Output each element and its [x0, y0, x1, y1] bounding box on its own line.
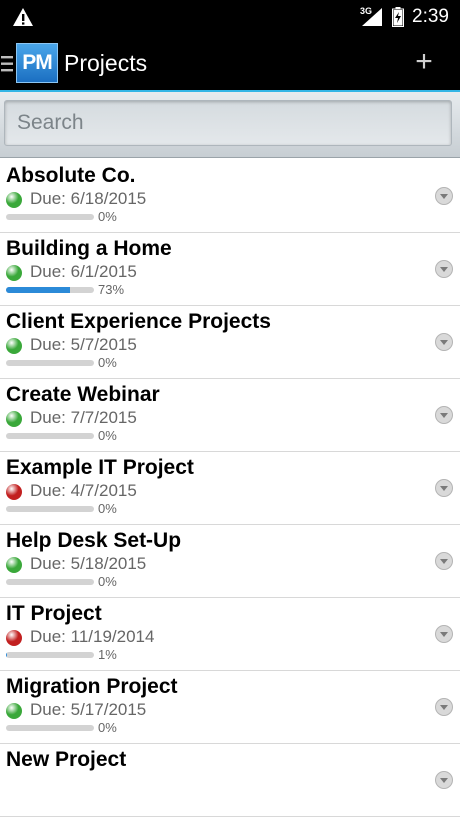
project-name: Create Webinar: [6, 383, 160, 406]
chevron-down-icon[interactable]: [434, 624, 454, 644]
status-indicator-icon: [6, 338, 22, 354]
progress-bar: [6, 287, 94, 293]
project-row[interactable]: Example IT Project Due: 4/7/2015 0%: [0, 452, 460, 525]
progress-percent: 73%: [98, 282, 125, 297]
progress-percent: 0%: [98, 428, 117, 443]
status-indicator-icon: [6, 703, 22, 719]
chevron-down-icon[interactable]: [434, 697, 454, 717]
progress-percent: 0%: [98, 355, 117, 370]
project-row[interactable]: Absolute Co. Due: 6/18/2015 0%: [0, 160, 460, 233]
due-date: Due: 6/1/2015: [30, 262, 137, 281]
status-indicator-icon: [6, 411, 22, 427]
project-row[interactable]: Building a Home Due: 6/1/2015 73%: [0, 233, 460, 306]
project-name: Client Experience Projects: [6, 310, 271, 333]
progress-percent: 0%: [98, 720, 117, 735]
project-row[interactable]: New Project: [0, 744, 460, 817]
project-name: Building a Home: [6, 237, 172, 260]
chevron-down-icon[interactable]: [434, 332, 454, 352]
progress-percent: 0%: [98, 574, 117, 589]
app-bar: PM Projects +: [0, 34, 460, 92]
due-date: Due: 7/7/2015: [30, 408, 137, 427]
warning-icon: [13, 8, 33, 26]
search-input[interactable]: [4, 100, 452, 146]
signal-icon: [362, 8, 382, 26]
progress-percent: 0%: [98, 501, 117, 516]
battery-icon: [392, 7, 404, 27]
search-bar: [0, 92, 460, 158]
project-row[interactable]: Migration Project Due: 5/17/2015 0%: [0, 671, 460, 744]
due-date: Due: 5/18/2015: [30, 554, 147, 573]
progress-fill: [6, 652, 7, 658]
project-name: Migration Project: [6, 675, 178, 698]
status-bar: 3G 2:39: [0, 0, 460, 34]
chevron-down-icon[interactable]: [434, 405, 454, 425]
due-date: Due: 11/19/2014: [30, 627, 155, 646]
chevron-down-icon[interactable]: [434, 770, 454, 790]
status-indicator-icon: [6, 557, 22, 573]
page-title: Projects: [64, 50, 148, 76]
menu-icon[interactable]: [0, 55, 14, 73]
progress-bar: [6, 579, 94, 585]
clock: 2:39: [412, 6, 449, 27]
progress-bar: [6, 725, 94, 731]
progress-percent: 1%: [98, 647, 117, 662]
add-project-button[interactable]: +: [406, 42, 442, 82]
status-indicator-icon: [6, 192, 22, 208]
chevron-down-icon[interactable]: [434, 551, 454, 571]
project-row[interactable]: Help Desk Set-Up Due: 5/18/2015 0%: [0, 525, 460, 598]
project-name: Example IT Project: [6, 456, 194, 479]
project-row[interactable]: Client Experience Projects Due: 5/7/2015 0…: [0, 306, 460, 379]
chevron-down-icon[interactable]: [434, 478, 454, 498]
app-logo[interactable]: PM: [16, 43, 58, 83]
project-name: Help Desk Set-Up: [6, 529, 182, 552]
progress-bar: [6, 506, 94, 512]
progress-bar: [6, 433, 94, 439]
chevron-down-icon[interactable]: [434, 186, 454, 206]
progress-percent: 0%: [98, 209, 117, 224]
progress-bar: [6, 214, 94, 220]
status-indicator-icon: [6, 630, 22, 646]
due-date: Due: 4/7/2015: [30, 481, 137, 500]
due-date: Due: 5/7/2015: [30, 335, 137, 354]
chevron-down-icon[interactable]: [434, 259, 454, 279]
progress-fill: [6, 287, 71, 293]
status-indicator-icon: [6, 265, 22, 281]
progress-bar: [6, 652, 94, 658]
progress-bar: [6, 360, 94, 366]
project-name: New Project: [6, 748, 127, 771]
project-name: Absolute Co.: [6, 164, 136, 187]
status-indicator-icon: [6, 484, 22, 500]
project-name: IT Project: [6, 602, 102, 625]
due-date: Due: 5/17/2015: [30, 700, 147, 719]
project-row[interactable]: IT Project Due: 11/19/2014 1%: [0, 598, 460, 671]
project-row[interactable]: Create Webinar Due: 7/7/2015 0%: [0, 379, 460, 452]
project-list: Absolute Co. Due: 6/18/2015 0% Building a H…: [0, 160, 460, 817]
due-date: Due: 6/18/2015: [30, 189, 147, 208]
